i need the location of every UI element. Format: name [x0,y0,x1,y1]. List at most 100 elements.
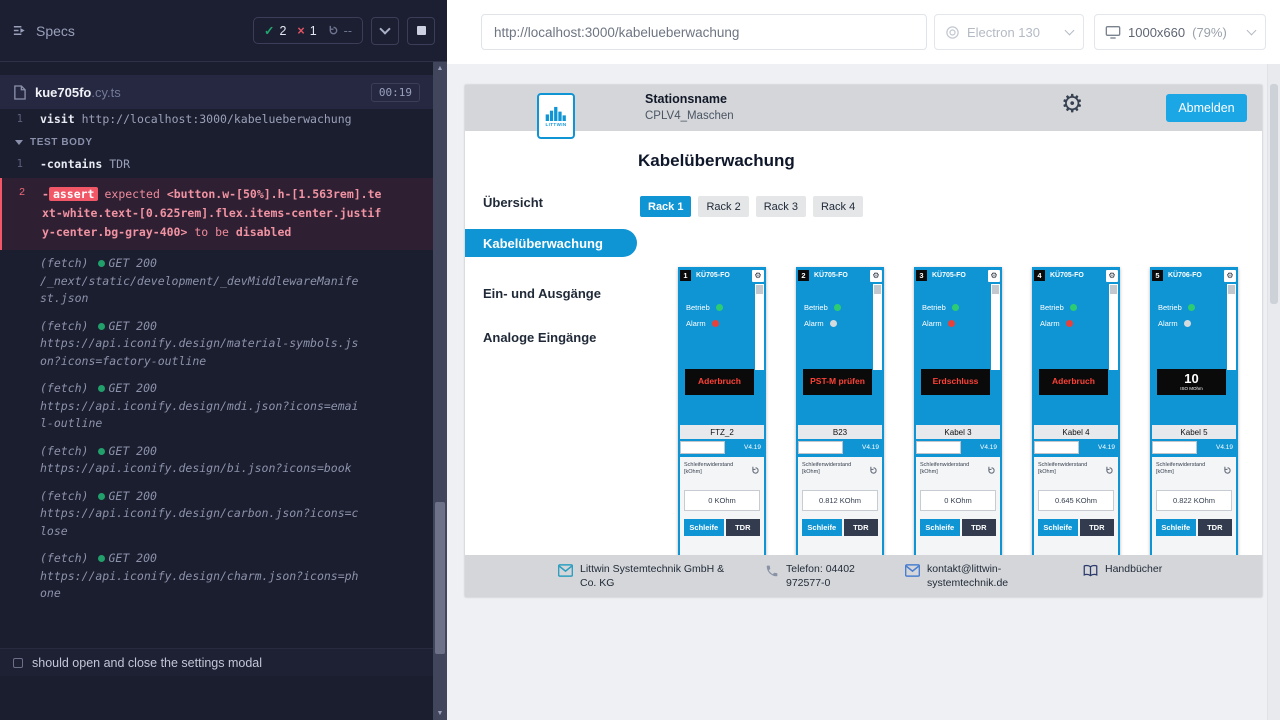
tdr-button[interactable]: TDR [1080,519,1114,536]
check-icon: ✓ [264,23,274,38]
status-display: Aderbruch [685,369,754,395]
alarm-label: Alarm [1158,319,1178,328]
refresh-icon[interactable] [869,462,878,480]
status-ok-dot [98,385,105,392]
cable-name-input[interactable] [1152,441,1197,454]
refresh-icon[interactable] [987,462,996,480]
browser-bar: Electron 130 1000x660 (79%) [447,0,1280,64]
device-gear-icon[interactable]: ⚙ [1224,270,1236,282]
scrollbar-thumb[interactable] [435,502,445,654]
device-gear-icon[interactable]: ⚙ [870,270,882,282]
url-input[interactable] [481,14,927,50]
collapse-panel-button[interactable] [371,17,399,45]
fetch-log-entry[interactable]: (fetch)GET 200 https://api.iconify.desig… [0,483,433,546]
refresh-icon[interactable] [1105,462,1114,480]
sidebar-item-ein-ausgaenge[interactable]: Ein- und Ausgänge [465,279,637,307]
schleife-button[interactable]: Schleife [802,519,842,536]
device-model: KÜ705-FO [932,272,966,279]
spec-name: kue705fo.cy.ts [35,85,121,100]
restart-icon [328,25,339,36]
tdr-button[interactable]: TDR [726,519,760,536]
device-scrollbar[interactable] [991,284,1000,370]
scrollbar-thumb[interactable] [1270,84,1278,304]
stop-tests-button[interactable] [407,17,435,45]
resistance-label: Schleifenwiderstand [kOhm] [1156,462,1214,476]
status-display: Aderbruch [1039,369,1108,395]
footer-email[interactable]: kontakt@littwin-systemtechnik.de [905,563,1015,590]
resistance-label: Schleifenwiderstand [kOhm] [1038,462,1096,476]
sidebar-item-analoge-eingaenge[interactable]: Analoge Eingänge [465,323,637,351]
tdr-button[interactable]: TDR [962,519,996,536]
app-sidebar: Übersicht Kabelüberwachung Ein- und Ausg… [465,131,637,555]
device-gear-icon[interactable]: ⚙ [752,270,764,282]
footer-handbooks[interactable]: Handbücher [1083,563,1162,582]
tab-rack-1[interactable]: Rack 1 [640,196,691,217]
phone-icon [765,564,779,590]
refresh-icon[interactable] [1223,462,1232,480]
device-scrollbar[interactable] [1109,284,1118,370]
cable-name: Kabel 4 [1034,425,1118,439]
device-scrollbar[interactable] [873,284,882,370]
device-model: KÜ706-FO [1168,272,1202,279]
viewport-icon [1105,25,1121,39]
device-gear-icon[interactable]: ⚙ [988,270,1000,282]
alarm-led [712,320,719,327]
tdr-button[interactable]: TDR [1198,519,1232,536]
stop-icon [417,26,426,35]
cable-name-input[interactable] [1034,441,1079,454]
status-display: PST-M prüfen [803,369,872,395]
fetch-log-entry[interactable]: (fetch)GET 200 /_next/static/development… [0,250,433,313]
footer-company: Littwin Systemtechnik GmbH & Co. KG [558,563,741,590]
fetch-log-entry[interactable]: (fetch)GET 200 https://api.iconify.desig… [0,375,433,438]
fetch-url: https://api.iconify.design/material-symb… [40,335,362,370]
spec-file-row[interactable]: kue705fo.cy.ts 00:19 [0,75,433,109]
sidebar-item-kabelueberwachung[interactable]: Kabelüberwachung [465,229,637,257]
spec-file-icon [13,85,26,100]
schleife-button[interactable]: Schleife [920,519,960,536]
scroll-up-icon[interactable]: ▲ [433,65,447,72]
device-number: 4 [1034,270,1045,281]
stat-pending[interactable]: -- [328,24,352,38]
device-scrollbar[interactable] [755,284,764,370]
logout-button[interactable]: Abmelden [1166,94,1247,122]
fetch-log-entry[interactable]: (fetch)GET 200 https://api.iconify.desig… [0,313,433,376]
schleife-button[interactable]: Schleife [684,519,724,536]
aut-scrollbar[interactable] [1267,64,1280,720]
fetch-log-entry[interactable]: (fetch)GET 200 https://api.iconify.desig… [0,545,433,608]
tab-rack-4[interactable]: Rack 4 [813,196,863,217]
viewport-select[interactable]: 1000x660 (79%) [1094,14,1266,50]
device-gear-icon[interactable]: ⚙ [1106,270,1118,282]
resistance-value: 0.645 KOhm [1038,490,1114,511]
device-model: KÜ705-FO [814,272,848,279]
tab-rack-3[interactable]: Rack 3 [756,196,806,217]
cable-name-input[interactable] [916,441,961,454]
cable-name-input[interactable] [798,441,843,454]
sidebar-item-uebersicht[interactable]: Übersicht [465,188,637,216]
visit-command[interactable]: 1 visit http://localhost:3000/kabelueber… [0,108,433,130]
test-body-section[interactable]: TEST BODY [0,130,433,153]
device-scrollbar[interactable] [1227,284,1236,370]
refresh-icon[interactable] [751,462,760,480]
settings-gear-icon[interactable]: ⚙ [1061,92,1083,117]
stat-failed[interactable]: ×1 [297,24,316,38]
cable-name-input[interactable] [680,441,725,454]
command-name: -contains [40,157,102,171]
main-content: Kabelüberwachung Rack 1 Rack 2 Rack 3 Ra… [637,131,1262,555]
reporter-scrollbar[interactable]: ▲ ▼ [433,62,447,720]
fetch-log-entry[interactable]: (fetch)GET 200 https://api.iconify.desig… [0,438,433,483]
status-display: 10ISO MOhm [1157,369,1226,395]
stat-passed[interactable]: ✓2 [264,23,286,38]
schleife-button[interactable]: Schleife [1038,519,1078,536]
tab-rack-2[interactable]: Rack 2 [698,196,748,217]
scroll-down-icon[interactable]: ▼ [433,710,447,717]
browser-icon [945,25,960,40]
failed-assert-command[interactable]: 2 -assertexpected <button.w-[50%].h-[1.5… [0,178,433,250]
next-test-row[interactable]: should open and close the settings modal [0,648,433,676]
browser-select[interactable]: Electron 130 [934,14,1084,50]
betrieb-led [834,304,841,311]
schleife-button[interactable]: Schleife [1156,519,1196,536]
specs-label: Specs [36,23,75,39]
contains-command[interactable]: 1 -contains TDR [0,153,433,175]
specs-menu-button[interactable]: Specs [12,23,75,39]
tdr-button[interactable]: TDR [844,519,878,536]
